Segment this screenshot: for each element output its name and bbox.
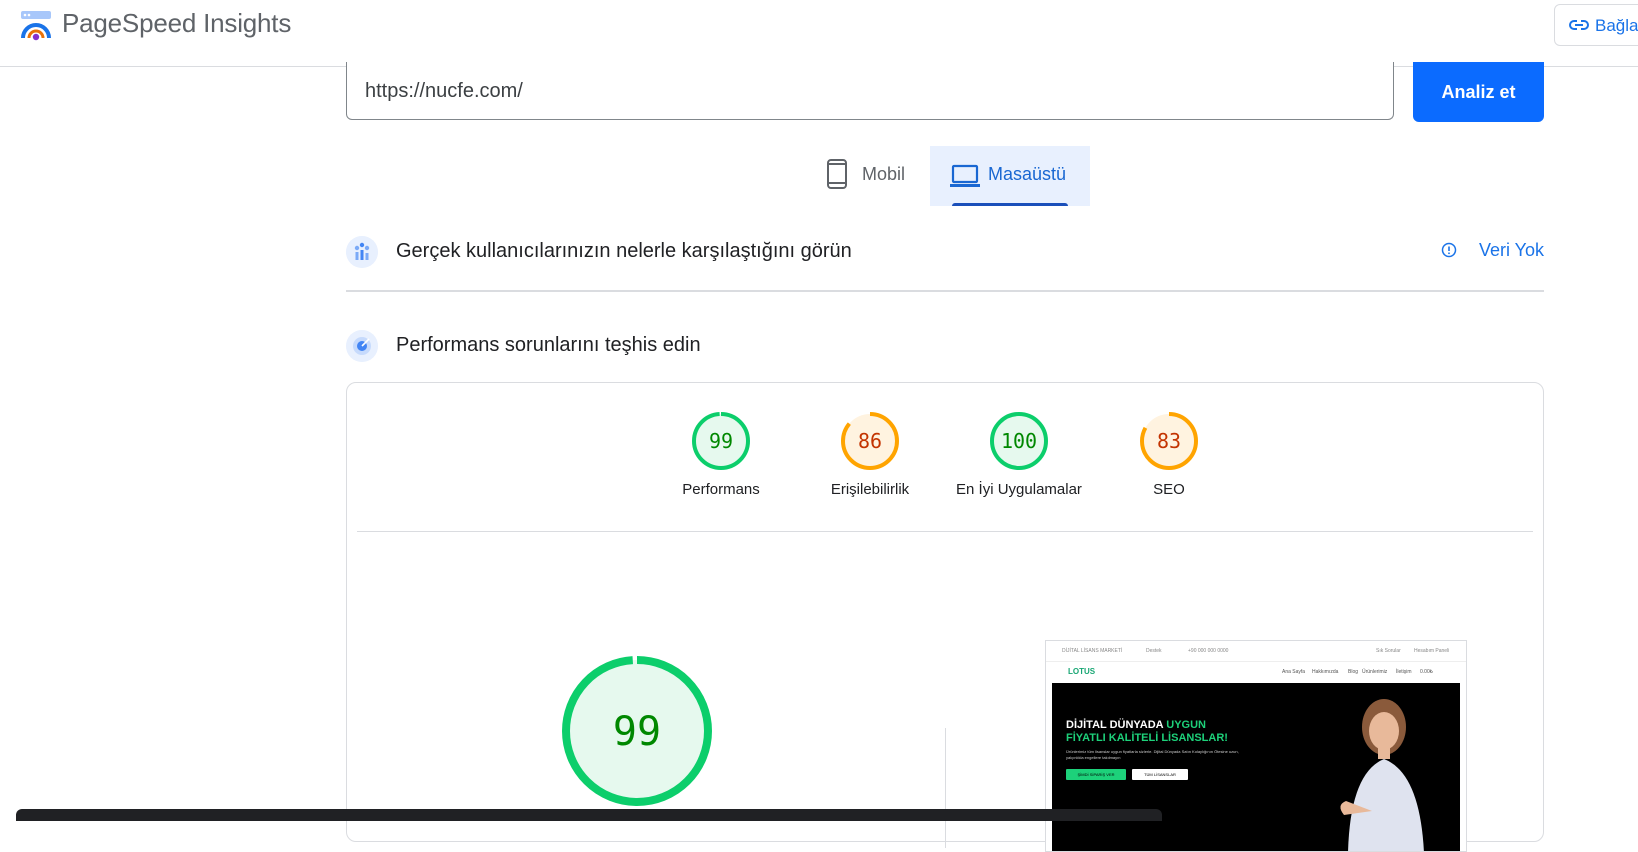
- analyze-button[interactable]: Analiz et: [1413, 62, 1544, 122]
- url-input[interactable]: [365, 76, 1345, 106]
- share-button-label: Bağla: [1595, 16, 1638, 35]
- screenshot-nav: LOTUS Ana Sayfa Hakkımızda Blog Ürünleri…: [1046, 661, 1466, 683]
- share-link-button[interactable]: Bağla: [1554, 4, 1638, 46]
- person-illustration: [1340, 699, 1424, 851]
- pagespeed-logo-icon[interactable]: [20, 10, 52, 42]
- screenshot-topbar: DİJİTAL LİSANS MARKETİ Destek +90 000 00…: [1046, 641, 1466, 662]
- field-data-title: Gerçek kullanıcılarınızın nelerle karşıl…: [396, 240, 852, 262]
- ss-hero-line1: DİJİTAL DÜNYADA: [1066, 719, 1167, 731]
- screenshot-hero: DİJİTAL DÜNYADA UYGUN FİYATLI KALİTELİ L…: [1052, 683, 1460, 851]
- ss-topbar-mid2: +90 000 000 0000: [1188, 648, 1229, 654]
- lab-data-title: Performans sorunlarını teşhis edin: [396, 334, 701, 356]
- accessibility-gauge[interactable]: 86 Erişilebilirlik: [800, 411, 940, 498]
- ss-hero-accent: UYGUN: [1166, 719, 1206, 731]
- top-app-bar: PageSpeed Insights Bağla: [0, 0, 1638, 67]
- active-tab-indicator: [952, 203, 1068, 206]
- report-card: 99 Performans 86 Erişilebilirlik 100 En …: [346, 382, 1544, 852]
- section-divider: [346, 290, 1544, 292]
- ss-hero-title: DİJİTAL DÜNYADA UYGUN FİYATLI KALİTELİ L…: [1066, 719, 1266, 745]
- gauge-score: 86: [858, 429, 882, 453]
- field-data-section: Gerçek kullanıcılarınızın nelerle karşıl…: [346, 232, 1544, 272]
- tab-desktop-label: Masaüstü: [988, 164, 1067, 184]
- app-title[interactable]: PageSpeed Insights: [62, 8, 291, 39]
- ss-nav-item: Blog: [1348, 669, 1359, 675]
- diagnose-target-icon: [346, 330, 378, 362]
- gauge-score: 83: [1157, 429, 1181, 453]
- gauge-score: 100: [1001, 429, 1037, 453]
- ss-licenses-button: TÜM LİSANSLAR: [1132, 769, 1188, 780]
- performance-gauge[interactable]: 99 Performans: [651, 411, 791, 498]
- seo-gauge[interactable]: 83 SEO: [1099, 411, 1239, 498]
- best-practices-gauge[interactable]: 100 En İyi Uygulamalar: [949, 411, 1089, 498]
- info-icon: [1441, 242, 1457, 258]
- ss-hero-line2: FİYATLI KALİTELİ LİSANSLAR!: [1066, 732, 1228, 744]
- lab-data-section: Performans sorunlarını teşhis edin: [346, 326, 1544, 366]
- no-data-status[interactable]: Veri Yok: [1441, 240, 1544, 261]
- main-gauge-score: 99: [613, 709, 661, 755]
- gauge-label: En İyi Uygulamalar: [956, 481, 1082, 498]
- link-icon: [1569, 20, 1589, 30]
- gauge-label: Performans: [682, 481, 760, 498]
- tab-mobile[interactable]: Mobil: [820, 146, 930, 206]
- ss-nav-item: İletişim: [1396, 669, 1412, 675]
- bottom-snackbar: [16, 809, 1162, 821]
- users-chart-icon: [346, 236, 378, 268]
- tab-desktop[interactable]: Masaüstü: [930, 146, 1090, 206]
- gauge-score: 99: [709, 429, 733, 453]
- ss-order-button: ŞİMDİ SİPARİŞ VER: [1066, 769, 1126, 780]
- ss-hero-text: Ürünlerimiz tüm lisanslar uygun fiyatlar…: [1066, 749, 1239, 760]
- ss-nav-item: Ana Sayfa: [1282, 669, 1306, 675]
- ss-topbar-right2: Hesabım Paneli: [1414, 648, 1450, 654]
- url-field[interactable]: [346, 62, 1394, 120]
- gauge-label: Erişilebilirlik: [830, 481, 910, 498]
- no-data-label: Veri Yok: [1478, 240, 1544, 260]
- ss-logo: LOTUS: [1068, 667, 1096, 676]
- ss-topbar-right1: Sık Sorular: [1376, 648, 1401, 654]
- ss-nav-item: 0.00₺: [1420, 669, 1433, 675]
- ss-topbar-mid1: Destek: [1146, 648, 1162, 654]
- vertical-divider: [945, 728, 946, 848]
- ss-nav-item: Ürünlerimiz: [1362, 669, 1388, 675]
- ss-nav-item: Hakkımızda: [1312, 669, 1339, 675]
- main-performance-gauge: 99: [562, 656, 712, 806]
- gauge-label: SEO: [1153, 481, 1185, 498]
- ss-topbar-left: DİJİTAL LİSANS MARKETİ: [1062, 648, 1123, 654]
- gauges-divider: [357, 531, 1533, 532]
- smartphone-icon: [827, 159, 847, 189]
- tab-mobile-label: Mobil: [862, 164, 906, 184]
- laptop-icon: [950, 164, 980, 187]
